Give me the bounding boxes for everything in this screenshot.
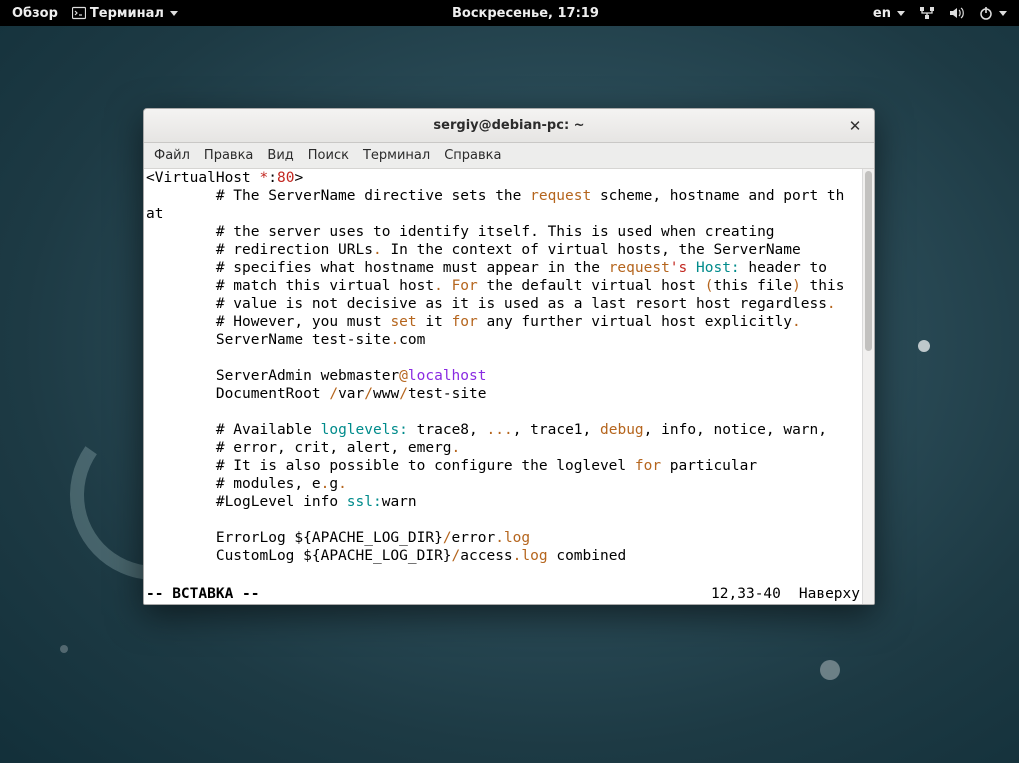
activities-label: Обзор [12,6,58,21]
terminal-viewport[interactable]: <VirtualHost *:80> # The ServerName dire… [144,169,874,604]
power-icon [979,6,993,20]
wallpaper-dot [60,645,68,653]
volume-icon [949,6,965,20]
chevron-down-icon [170,11,178,16]
clock[interactable]: Воскресенье, 17:19 [182,6,869,21]
vim-cursor-pos: 12,33-40 [711,586,799,602]
wallpaper-dot [918,340,930,352]
menu-terminal[interactable]: Терминал [363,148,430,163]
menu-edit[interactable]: Правка [204,148,253,163]
app-menu[interactable]: Терминал [68,6,182,21]
close-icon: ✕ [849,117,862,135]
terminal-menubar: Файл Правка Вид Поиск Терминал Справка [144,143,874,169]
window-title: sergiy@debian-pc: ~ [433,118,584,133]
scrollbar[interactable] [862,169,874,604]
menu-view[interactable]: Вид [267,148,293,163]
vim-scroll-pos: Наверху [799,586,860,602]
network-indicator[interactable] [915,6,939,20]
terminal-window: sergiy@debian-pc: ~ ✕ Файл Правка Вид По… [143,108,875,605]
input-source-label: en [873,6,891,21]
window-close-button[interactable]: ✕ [846,117,864,135]
activities-button[interactable]: Обзор [8,6,62,21]
input-source-indicator[interactable]: en [869,6,909,21]
window-titlebar[interactable]: sergiy@debian-pc: ~ ✕ [144,109,874,143]
wallpaper-dot [820,660,840,680]
menu-help[interactable]: Справка [444,148,501,163]
menu-search[interactable]: Поиск [308,148,349,163]
terminal-icon [72,6,86,20]
vim-mode: -- ВСТАВКА -- [146,586,260,602]
chevron-down-icon [897,11,905,16]
network-wired-icon [919,6,935,20]
app-menu-label: Терминал [90,6,164,21]
terminal-text: <VirtualHost *:80> # The ServerName dire… [146,169,860,604]
chevron-down-icon [999,11,1007,16]
menu-file[interactable]: Файл [154,148,190,163]
scrollbar-thumb[interactable] [865,171,872,351]
volume-indicator[interactable] [945,6,969,20]
vim-statusline: -- ВСТАВКА -- 12,33-40 Наверху [146,586,860,602]
gnome-topbar: Обзор Терминал Воскресенье, 17:19 en [0,0,1019,26]
power-indicator[interactable] [975,6,1011,20]
